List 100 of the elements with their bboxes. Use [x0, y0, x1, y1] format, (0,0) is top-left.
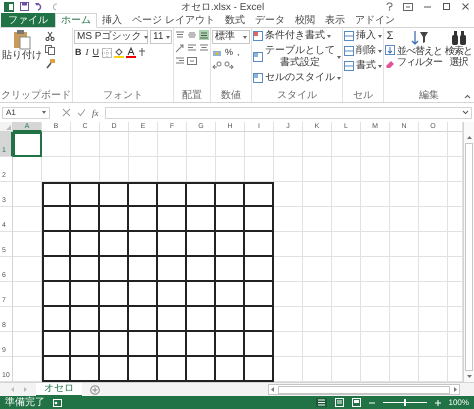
bordered-cell[interactable] [158, 332, 187, 358]
comma-button[interactable]: , [236, 47, 241, 58]
bordered-cell[interactable] [129, 257, 158, 282]
bordered-cell[interactable] [42, 182, 71, 208]
sheet-cell[interactable] [13, 157, 42, 182]
bordered-cell[interactable] [129, 307, 158, 332]
bordered-cell[interactable] [216, 232, 245, 258]
sheet-cell[interactable] [158, 157, 187, 182]
borders-icon[interactable] [102, 48, 112, 58]
sheet-cell[interactable] [390, 182, 419, 208]
bordered-cell[interactable] [129, 232, 158, 258]
ribbon-tab[interactable]: ホーム [55, 13, 97, 28]
sheet-cell[interactable] [245, 132, 274, 158]
ribbon-tab[interactable]: 校閲 [290, 13, 320, 27]
bordered-cell[interactable] [158, 182, 187, 208]
cells-menu-button[interactable]: 削除 [344, 45, 382, 57]
bordered-cell[interactable] [245, 282, 274, 308]
bordered-cell[interactable] [187, 207, 216, 232]
sheet-cell[interactable] [100, 132, 129, 158]
sheet-cell[interactable] [390, 132, 419, 158]
bordered-cell[interactable] [100, 232, 129, 258]
sheet-cell[interactable] [303, 307, 332, 332]
bordered-cell[interactable] [100, 207, 129, 232]
sheet-cell[interactable] [42, 132, 71, 158]
add-sheet-icon[interactable] [90, 384, 100, 395]
bordered-cell[interactable] [71, 282, 100, 308]
sheet-cell[interactable] [274, 332, 303, 358]
bordered-cell[interactable] [245, 207, 274, 232]
bordered-cell[interactable] [71, 232, 100, 258]
sheet-cell[interactable] [361, 182, 390, 208]
sheet-cell[interactable] [332, 207, 361, 232]
sheet-cell[interactable] [390, 157, 419, 182]
bordered-cell[interactable] [100, 332, 129, 358]
bordered-cell[interactable] [71, 332, 100, 358]
orientation-icon[interactable] [175, 43, 185, 53]
sheet-cell[interactable] [419, 182, 448, 208]
increase-decimal-icon[interactable] [212, 61, 222, 69]
sheet-cell[interactable] [419, 132, 448, 158]
bold-button[interactable]: B [74, 47, 82, 58]
sheet-cell[interactable] [419, 157, 448, 182]
sheet-cell[interactable] [332, 332, 361, 358]
scroll-right-icon[interactable] [452, 386, 459, 394]
eraser-icon[interactable] [385, 59, 395, 69]
style-menu-button[interactable]: テーブルとして書式設定 [253, 45, 341, 69]
ribbon-tab[interactable]: ファイル [1, 13, 55, 27]
merge-icon[interactable] [187, 56, 197, 66]
sheet-cell[interactable] [13, 207, 42, 232]
bordered-cell[interactable] [158, 282, 187, 308]
vertical-scrollbar[interactable] [463, 122, 474, 382]
expand-icon[interactable] [462, 110, 469, 116]
sheet-cell[interactable] [303, 257, 332, 282]
underline-button[interactable]: U [92, 47, 100, 58]
bordered-cell[interactable] [187, 307, 216, 332]
scroll-down-icon[interactable] [466, 373, 472, 380]
bordered-cell[interactable] [42, 332, 71, 358]
sheet-cell[interactable] [303, 157, 332, 182]
bordered-cell[interactable] [71, 307, 100, 332]
normal-view-icon[interactable] [316, 398, 327, 408]
bordered-cell[interactable] [100, 282, 129, 308]
sheet-cell[interactable] [303, 132, 332, 158]
maximize-icon[interactable] [442, 2, 451, 11]
sheet-cell[interactable] [274, 157, 303, 182]
ribbon-tab[interactable]: データ [250, 13, 290, 27]
sheet-cell[interactable] [332, 257, 361, 282]
sheet-cell[interactable] [274, 307, 303, 332]
bordered-cell[interactable] [187, 257, 216, 282]
save-icon[interactable] [20, 2, 29, 11]
sheet-cell[interactable] [71, 157, 100, 182]
bordered-cell[interactable] [216, 257, 245, 282]
help-icon[interactable] [386, 2, 393, 11]
bordered-cell[interactable] [100, 257, 129, 282]
sheet-cell[interactable] [361, 157, 390, 182]
align-bottom-icon[interactable] [199, 30, 209, 40]
bordered-cell[interactable] [245, 257, 274, 282]
style-menu-button[interactable]: 条件付き書式 [253, 30, 331, 42]
sheet-cell[interactable] [13, 182, 42, 208]
bordered-cell[interactable] [245, 182, 274, 208]
bordered-cell[interactable] [216, 332, 245, 358]
macro-record-icon[interactable] [53, 398, 62, 407]
bordered-cell[interactable] [158, 257, 187, 282]
bordered-cell[interactable] [129, 182, 158, 208]
bordered-cell[interactable] [129, 332, 158, 358]
bordered-cell[interactable] [129, 207, 158, 232]
sheet-cell[interactable] [361, 282, 390, 308]
find-select-button[interactable]: 検索と 選択 [444, 30, 473, 68]
percent-button[interactable]: % [224, 47, 234, 58]
sheet-cell[interactable] [303, 332, 332, 358]
align-middle-icon[interactable] [187, 30, 197, 40]
decrease-decimal-icon[interactable] [224, 61, 234, 69]
bordered-cell[interactable] [71, 182, 100, 208]
bordered-cell[interactable] [42, 257, 71, 282]
sheet-cell[interactable] [332, 182, 361, 208]
ribbon-tab[interactable]: 数式 [220, 13, 250, 27]
bordered-cell[interactable] [100, 182, 129, 208]
plus-icon[interactable] [434, 400, 441, 406]
bordered-cell[interactable] [71, 207, 100, 232]
sheet-cell[interactable] [13, 232, 42, 258]
sheet-cell[interactable] [390, 207, 419, 232]
paste-button[interactable]: 貼り付け [1, 30, 43, 61]
sheet-cell[interactable] [129, 157, 158, 182]
